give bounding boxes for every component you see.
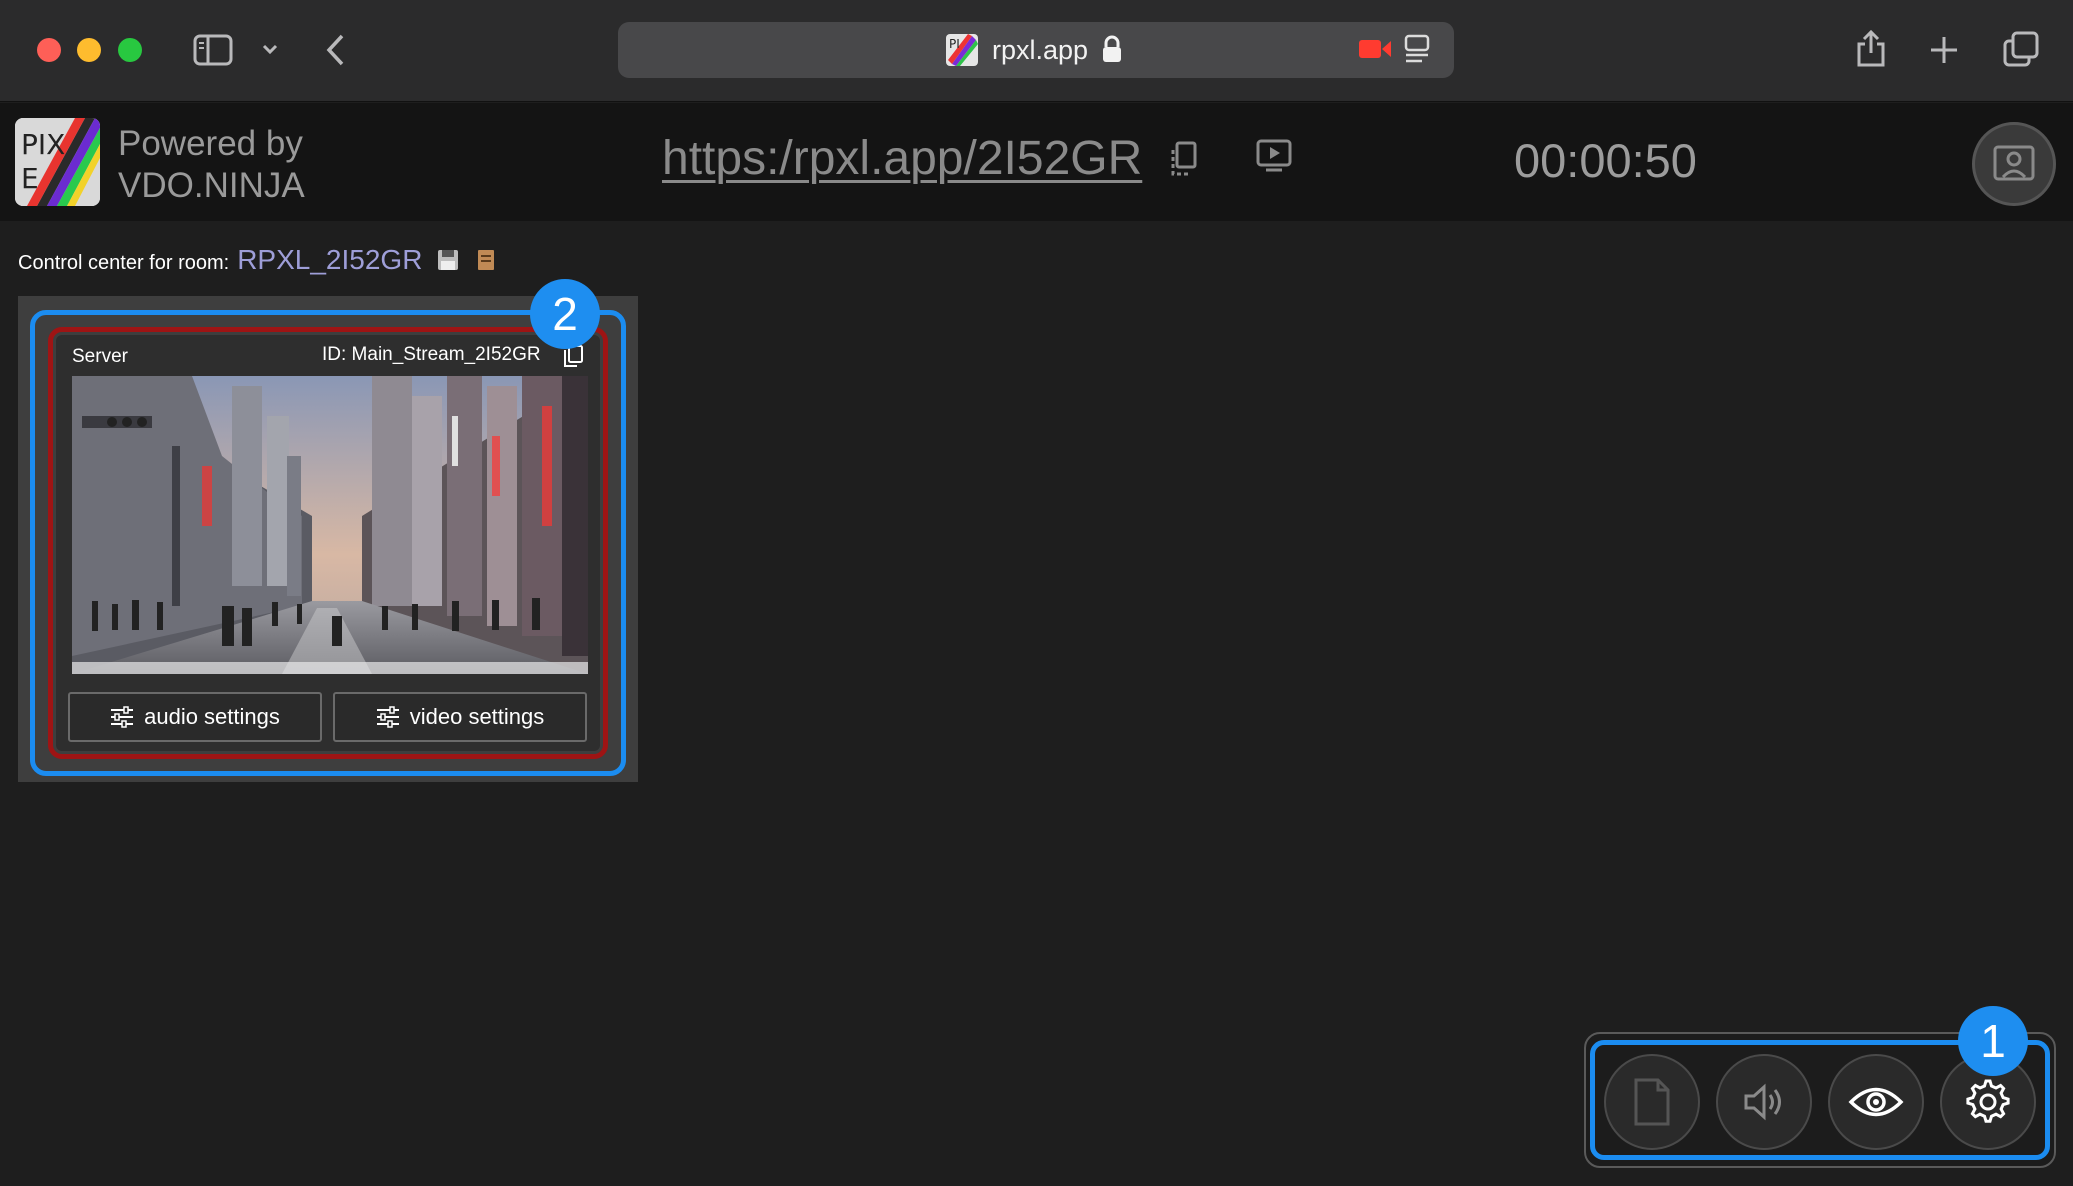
video-settings-label: video settings [409,704,545,729]
speaker-icon [1744,1083,1781,1121]
notes-icon[interactable] [476,248,496,277]
room-label: Control center for room: [18,252,230,274]
room-title: Control center for room: RPXL_2I52GR [18,244,422,276]
eye-icon [1848,1087,1904,1117]
sidebar-icon[interactable] [193,34,233,71]
back-icon[interactable] [325,33,345,72]
document-icon [1634,1078,1670,1126]
guest-label: Server [72,346,128,367]
svg-text:PI: PI [949,37,960,51]
address-bar[interactable]: PI rpxl.app [618,22,1454,78]
save-icon[interactable] [436,248,460,277]
eye-button[interactable] [1828,1054,1924,1150]
speaker-button[interactable] [1716,1054,1812,1150]
preview-play-icon[interactable] [1256,139,1292,178]
gear-icon [1966,1079,2010,1123]
audio-settings-label: audio settings [144,704,280,729]
page-header: PIX E Powered by VDO.NINJA https:/rpxl.a… [0,103,2073,221]
session-timer: 00:00:50 [1514,134,1697,187]
sliders-icon [376,706,399,728]
pixels-logo: PIX E [15,118,100,206]
room-name: RPXL_2I52GR [237,244,423,275]
annotation-badge-2: 2 [530,279,600,349]
document-button[interactable] [1604,1054,1700,1150]
svg-text:E: E [21,162,39,195]
site-favicon: PI [946,34,978,66]
share-icon[interactable] [1855,28,1887,73]
lock-icon [1101,35,1123,68]
svg-text:PIX: PIX [21,128,65,161]
window-minimize-button[interactable] [77,38,101,62]
address-text: rpxl.app [992,35,1089,65]
powered-by-text: Powered by VDO.NINJA [118,123,305,207]
video-settings-button[interactable]: video settings [333,692,587,742]
share-link[interactable]: https:/rpxl.app/2I52GR [662,131,1142,186]
audio-settings-button[interactable]: audio settings [68,692,322,742]
video-preview[interactable] [72,376,588,674]
chevron-down-icon[interactable] [262,42,278,60]
stream-id: ID: Main_Stream_2I52GR [322,344,541,365]
powered-by-line: Powered by [118,124,303,163]
window-close-button[interactable] [37,38,61,62]
annotation-badge-1: 1 [1958,1006,2028,1076]
camera-recording-icon[interactable] [1358,38,1392,65]
tabs-overview-icon[interactable] [2003,31,2039,72]
browser-toolbar: PI rpxl.app [0,0,2073,102]
avatar-button[interactable] [1972,122,2056,206]
vdo-ninja-line: VDO.NINJA [118,166,305,205]
sliders-icon [111,706,134,728]
window-zoom-button[interactable] [118,38,142,62]
reader-icon[interactable] [1404,34,1430,69]
new-tab-icon[interactable] [1929,35,1959,70]
copy-icon[interactable] [1168,141,1198,182]
